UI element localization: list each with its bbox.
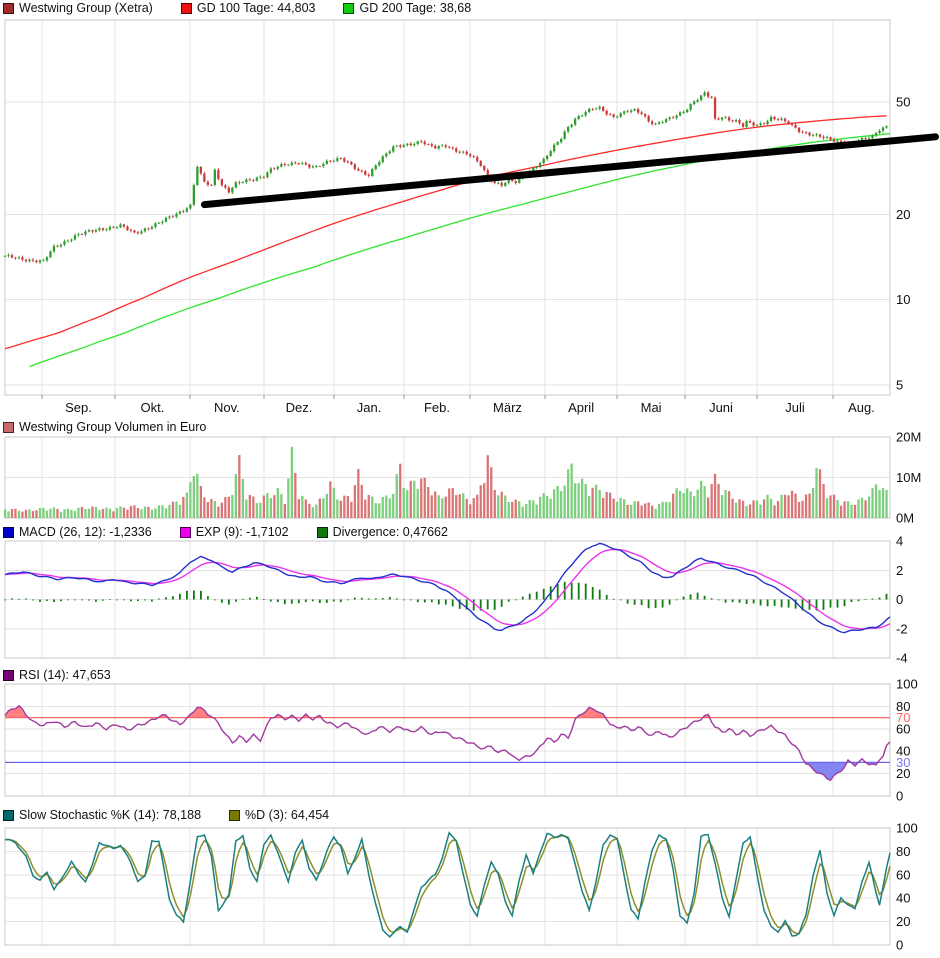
- price-tick-label: 5: [896, 377, 903, 392]
- westwing-legend-label: Westwing Group (Xetra): [19, 1, 153, 15]
- gd200-legend-label: GD 200 Tage: 38,68: [359, 1, 472, 15]
- rsi-legend-swatch: [3, 669, 14, 681]
- month-label: Juni: [709, 400, 733, 415]
- macd-tick-label: 4: [896, 534, 903, 549]
- legend-item-divergence: Divergence: 0,47662: [316, 525, 448, 539]
- month-label: Aug.: [848, 400, 875, 415]
- stoch-tick-label: 60: [896, 867, 910, 882]
- stoch-k-legend-label: Slow Stochastic %K (14): 78,188: [19, 808, 202, 822]
- divergence-legend-label: Divergence: 0,47662: [332, 525, 448, 539]
- month-label: Nov.: [214, 400, 240, 415]
- gd100-legend-swatch: [180, 2, 192, 14]
- rsi-tick-label: 100: [896, 677, 918, 692]
- macd-legend-swatch: [3, 526, 14, 538]
- month-label: Dez.: [286, 400, 313, 415]
- legend-item-stoch-k: Slow Stochastic %K (14): 78,188: [3, 808, 201, 822]
- macd-legend-label: MACD (26, 12): -1,2336: [19, 525, 152, 539]
- rsi-tick-label: 0: [896, 789, 903, 804]
- macd-tick-label: 0: [896, 592, 903, 607]
- macd-tick-label: -2: [896, 621, 908, 636]
- rsi-legend-label: RSI (14): 47,653: [19, 668, 111, 682]
- exp-legend-label: EXP (9): -1,7102: [195, 525, 289, 539]
- stoch-d-legend-swatch: [229, 809, 241, 821]
- stoch-tick-label: 0: [896, 938, 903, 953]
- trendline: [200, 133, 939, 209]
- month-label: Jan.: [357, 400, 382, 415]
- month-label: April: [568, 400, 594, 415]
- gd200-legend-swatch: [343, 2, 355, 14]
- price-tick-label: 20: [896, 207, 910, 222]
- price-grid: [5, 20, 890, 395]
- month-label: Mai: [641, 400, 662, 415]
- rsi-grid: [5, 684, 890, 796]
- volume-tick-label: 20M: [896, 430, 921, 445]
- macd-tick-label: 2: [896, 563, 903, 578]
- rsi-tick-label: 60: [896, 721, 910, 736]
- x-axis: Sep. Okt. Nov. Dez. Jan. Feb. März April Mai Juni…: [41, 395, 875, 415]
- stoch-k-legend-swatch: [3, 809, 14, 821]
- legend-item-stoch-d: %D (3): 64,454: [229, 808, 329, 822]
- rsi-legend: RSI (14): 47,653: [3, 668, 111, 682]
- volume-legend-label: Westwing Group Volumen in Euro: [19, 420, 207, 434]
- stoch-tick-label: 100: [896, 821, 918, 836]
- candles: [3, 90, 888, 264]
- volume-legend-swatch: [3, 421, 14, 433]
- macd-y-axis-labels: 4 2 0 -2 -4: [896, 534, 908, 666]
- legend-item-volume: Westwing Group Volumen in Euro: [3, 420, 206, 434]
- legend-item-rsi: RSI (14): 47,653: [3, 668, 111, 682]
- stoch-tick-label: 20: [896, 914, 910, 929]
- legend-item-exp: EXP (9): -1,7102: [179, 525, 289, 539]
- stoch-y-axis-labels: 100 80 60 40 20 0: [896, 821, 918, 953]
- macd-tick-label: -4: [896, 651, 908, 666]
- macd-legend: MACD (26, 12): -1,2336 EXP (9): -1,7102 …: [3, 525, 448, 539]
- macd-histogram: [4, 581, 888, 611]
- gd100-legend-label: GD 100 Tage: 44,803: [196, 1, 316, 15]
- volume-tick-label: 0M: [896, 511, 914, 526]
- month-label: Feb.: [424, 400, 450, 415]
- price-tick-label: 50: [896, 95, 910, 110]
- stock-chart: 50 20 10 5 20M 10M 0M 4 2 0 -2 -4 100 80 70 60 40 30 20 0 10…: [0, 0, 940, 958]
- stoch-tick-label: 40: [896, 891, 910, 906]
- legend-item-gd100: GD 100 Tage: 44,803: [180, 1, 316, 15]
- westwing-legend-swatch: [3, 2, 14, 14]
- price-tick-label: 10: [896, 292, 910, 307]
- legend-item-westwing: Westwing Group (Xetra): [3, 1, 153, 15]
- month-label: Okt.: [140, 400, 164, 415]
- stoch-d-legend-label: %D (3): 64,454: [245, 808, 330, 822]
- divergence-legend-swatch: [316, 526, 328, 538]
- price-legend: Westwing Group (Xetra) GD 100 Tage: 44,8…: [3, 1, 471, 15]
- month-label: Juli: [785, 400, 805, 415]
- month-label: März: [493, 400, 522, 415]
- stoch-grid: [5, 828, 890, 945]
- volume-y-axis-labels: 20M 10M 0M: [896, 430, 921, 526]
- rsi-y-axis-labels: 1008070604030200: [896, 677, 918, 804]
- legend-item-macd: MACD (26, 12): -1,2336: [3, 525, 152, 539]
- month-label: Sep.: [65, 400, 92, 415]
- stoch-legend: Slow Stochastic %K (14): 78,188 %D (3): …: [3, 808, 329, 822]
- rsi-tick-label: 20: [896, 766, 910, 781]
- legend-item-gd200: GD 200 Tage: 38,68: [343, 1, 471, 15]
- volume-legend: Westwing Group Volumen in Euro: [3, 420, 206, 434]
- exp-legend-swatch: [179, 526, 191, 538]
- volume-bars: [3, 446, 888, 518]
- stoch-tick-label: 80: [896, 844, 910, 859]
- volume-tick-label: 10M: [896, 470, 921, 485]
